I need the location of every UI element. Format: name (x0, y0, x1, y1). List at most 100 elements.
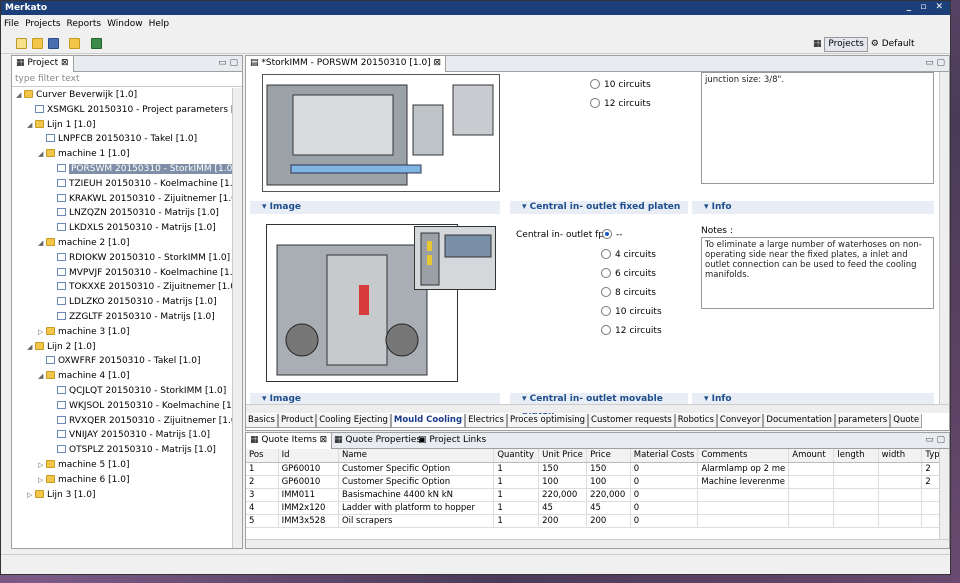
page-tab-customer-requests[interactable]: Customer requests (588, 414, 675, 428)
open-perspective-icon[interactable]: ▦ (813, 39, 822, 49)
page-tab-quote[interactable]: Quote (890, 414, 923, 428)
radio-top-12-circuits[interactable]: 12 circuits (590, 98, 651, 110)
tree-item[interactable]: LNPFCB 20150310 - Takel [1.0] (38, 132, 197, 146)
column-header[interactable]: Amount (788, 449, 835, 463)
new-icon[interactable] (16, 38, 27, 49)
tree-item[interactable]: ◢ machine 2 [1.0] (38, 236, 129, 250)
tree-filter-input[interactable]: type filter text (12, 73, 242, 87)
page-tab-robotics[interactable]: Robotics (674, 414, 717, 428)
menu-item-help[interactable]: Help (146, 19, 173, 29)
tree-expand-icon[interactable]: ▷ (38, 458, 46, 472)
tab-project[interactable]: ▦ Project ⊠ (12, 56, 74, 72)
perspective-default-button[interactable]: ⚙ Default (871, 39, 915, 49)
tree-item[interactable]: ◢ Lijn 2 [1.0] (27, 340, 96, 354)
section-fixed-platen-header[interactable]: ▾ Central in- outlet fixed platen (510, 201, 688, 214)
export-icon[interactable] (91, 38, 102, 49)
tree-item[interactable]: WKJSOL 20150310 - Koelmachine [1.0] (49, 399, 242, 413)
tree-item[interactable]: OTSPLZ 20150310 - Matrijs [1.0] (49, 443, 216, 457)
quote-minimize-maximize-icon[interactable]: ▭ ▢ (925, 435, 945, 445)
tree-scrollbar[interactable] (232, 88, 242, 548)
tree-item[interactable]: XSMGKL 20150310 - Project parameters [1.… (27, 103, 242, 117)
tree-item[interactable]: ZZGLTF 20150310 - Matrijs [1.0] (49, 310, 215, 324)
table-row[interactable]: 4 IMM2x120 Ladder with platform to hopper 1… (246, 501, 949, 515)
tree-item[interactable]: ▷ machine 5 [1.0] (38, 458, 129, 472)
menu-item-reports[interactable]: Reports (64, 19, 105, 29)
column-header[interactable]: Name (338, 449, 495, 463)
tree-item[interactable]: TOKXXE 20150310 - Zijuitnemer [1.0] (49, 280, 239, 294)
column-header[interactable]: Comments (697, 449, 790, 463)
page-tab-electrics[interactable]: Electrics (465, 414, 507, 428)
column-header[interactable]: Price (586, 449, 631, 463)
section-image-header[interactable]: ▾ Image (250, 201, 500, 214)
tree-expand-icon[interactable]: ◢ (27, 340, 35, 354)
radio-fp-option[interactable]: -- (602, 229, 623, 241)
table-row[interactable]: 2 GP60010 Customer Specific Option 1 100 100 0… (246, 475, 949, 489)
tree-item[interactable]: ◢ machine 4 [1.0] (38, 369, 129, 383)
tree-item[interactable]: ◢ Curver Beverwijk [1.0] (16, 88, 137, 102)
tree-item[interactable]: ▷ machine 3 [1.0] (38, 325, 129, 339)
page-tab-product[interactable]: Product (277, 414, 317, 428)
editor-vertical-scrollbar[interactable] (939, 72, 949, 404)
tree-item[interactable]: OXWFRF 20150310 - Takel [1.0] (38, 354, 200, 368)
tree-item[interactable]: ▷ machine 6 [1.0] (38, 473, 129, 487)
tree-expand-icon[interactable]: ▷ (38, 325, 46, 339)
tab-project-links[interactable]: ▣ Project Links (414, 433, 490, 449)
radio-fp-option[interactable]: 4 circuits (601, 249, 656, 261)
minimize-maximize-icon[interactable]: ▭ ▢ (218, 58, 238, 68)
radio-top-10-circuits[interactable]: 10 circuits (590, 79, 651, 91)
tree-item[interactable]: QCJLQT 20150310 - StorkIMM [1.0] (49, 384, 226, 398)
tree-item[interactable]: LKDXLS 20150310 - Matrijs [1.0] (49, 221, 216, 235)
table-row[interactable]: 1 GP60010 Customer Specific Option 1 150 150 0… (246, 462, 949, 476)
section-info-header[interactable]: ▾ Info (692, 201, 934, 214)
quote-vertical-scrollbar[interactable] (939, 449, 949, 540)
folder-icon[interactable] (69, 38, 80, 49)
menu-item-projects[interactable]: Projects (22, 19, 63, 29)
tree-expand-icon[interactable]: ◢ (38, 147, 46, 161)
tree-expand-icon[interactable]: ▷ (38, 473, 46, 487)
tab-quote-properties[interactable]: ▦ Quote Properties (330, 433, 425, 449)
column-header[interactable]: Unit Price (538, 449, 588, 463)
page-tab-cooling-ejecting[interactable]: Cooling Ejecting (316, 414, 391, 428)
top-notes-textarea[interactable]: junction size: 3/8". (701, 72, 934, 184)
tree-item[interactable]: RDIOKW 20150310 - StorkIMM [1.0] (49, 251, 230, 265)
save-icon[interactable] (48, 38, 59, 49)
radio-fp-option[interactable]: 6 circuits (601, 268, 656, 280)
tree-expand-icon[interactable]: ▷ (27, 488, 35, 502)
editor-minimize-maximize-icon[interactable]: ▭ ▢ (925, 58, 945, 68)
page-tab-mould-cooling[interactable]: Mould Cooling (390, 414, 466, 428)
editor-horizontal-scrollbar[interactable] (246, 404, 949, 413)
column-header[interactable]: Id (278, 449, 339, 463)
page-tab-parameters[interactable]: parameters (834, 414, 891, 428)
radio-fp-option[interactable]: 12 circuits (601, 325, 662, 337)
tree-item[interactable]: RVXQER 20150310 - Zijuitnemer [1.0] (49, 414, 240, 428)
column-header[interactable]: length (833, 449, 879, 463)
tree-item[interactable]: PORSWM 20150310 - StorkIMM [1.0] (49, 162, 238, 176)
tree-item[interactable]: MVPVJF 20150310 - Koelmachine [1.0] (49, 266, 242, 280)
column-header[interactable]: width (878, 449, 923, 463)
tree-item[interactable]: ◢ Lijn 1 [1.0] (27, 118, 96, 132)
page-tab-conveyor[interactable]: Conveyor (716, 414, 764, 428)
tab-quote-items[interactable]: ▦ Quote Items ⊠ (246, 433, 333, 449)
column-header[interactable]: Quantity (493, 449, 540, 463)
middle-notes-textarea[interactable]: To eliminate a large number of waterhose… (701, 237, 934, 309)
radio-fp-option[interactable]: 8 circuits (601, 287, 656, 299)
tree-item[interactable]: LDLZKO 20150310 - Matrijs [1.0] (49, 295, 217, 309)
column-header[interactable]: Material Costs (630, 449, 699, 463)
tree-item[interactable]: VNIJAY 20150310 - Matrijs [1.0] (49, 428, 210, 442)
tree-expand-icon[interactable]: ◢ (16, 88, 24, 102)
tree-expand-icon[interactable]: ◢ (38, 236, 46, 250)
open-icon[interactable] (32, 38, 43, 49)
tree-item[interactable]: ▷ Lijn 3 [1.0] (27, 488, 96, 502)
column-header[interactable]: Pos (246, 449, 279, 463)
quote-horizontal-scrollbar[interactable] (246, 539, 949, 548)
table-row[interactable]: 5 IMM3x528 Oil scrapers 1 200 200 0 (246, 514, 949, 528)
tree-item[interactable]: ◢ machine 1 [1.0] (38, 147, 129, 161)
tree-expand-icon[interactable]: ◢ (27, 118, 35, 132)
tree-expand-icon[interactable]: ◢ (38, 369, 46, 383)
page-tab-documentation[interactable]: Documentation (763, 414, 835, 428)
radio-fp-option[interactable]: 10 circuits (601, 306, 662, 318)
tab-editor-storkimm[interactable]: ▤ *StorkIMM - PORSWM 20150310 [1.0] ⊠ (246, 56, 447, 72)
table-row[interactable]: 3 IMM011 Basismachine 4400 kN kN 1 220,000 22… (246, 488, 949, 502)
tree-item[interactable]: KRAKWL 20150310 - Zijuitnemer [1.0] (49, 192, 240, 206)
page-tab-proces-optimising[interactable]: Proces optimising (507, 414, 589, 428)
